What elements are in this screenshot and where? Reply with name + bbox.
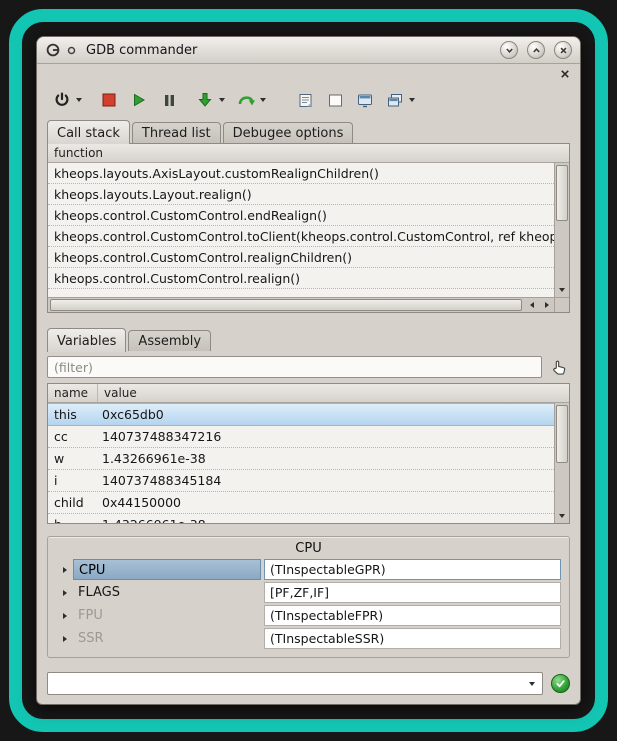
tab-assembly[interactable]: Assembly [128,330,211,351]
variables-column-header[interactable]: name value [48,384,569,403]
stack-tab-bar: Call stack Thread list Debugee options [37,118,580,143]
watch-monitor-button[interactable] [354,88,376,112]
callstack-row[interactable]: kheops.control.CustomControl.realignChil… [48,247,554,268]
scroll-left-icon[interactable] [524,298,539,312]
cpu-group-title: CPU [56,540,561,558]
command-combobox[interactable] [47,672,543,695]
expander-icon[interactable] [56,590,73,596]
variable-row[interactable]: this 0xc65db0 [48,403,554,426]
variables-tab-bar: Variables Assembly [37,326,580,351]
variable-row[interactable]: w 1.43266961e-38 [48,448,554,470]
power-dropdown-icon[interactable] [73,88,84,112]
register-group-value[interactable]: [PF,ZF,IF] [264,582,561,603]
ok-button[interactable] [551,674,570,693]
list-button[interactable] [324,88,346,112]
debug-toolbar [37,84,580,118]
stop-button[interactable] [98,88,120,112]
filter-input[interactable] [47,356,542,378]
minimize-button[interactable] [500,41,518,59]
callstack-rows: kheops.layouts.AxisLayout.customRealignC… [48,163,554,297]
register-group-value[interactable]: (TInspectableGPR) [264,559,561,580]
command-row [47,672,570,695]
function-column-header[interactable]: function [48,144,109,162]
dock-close-icon[interactable] [560,69,570,79]
titlebar-buttons [500,41,572,59]
tab-debugee-options[interactable]: Debugee options [223,122,354,143]
desktop-background: GDB commander [0,0,617,741]
step-over-button[interactable] [235,88,257,112]
step-over-dropdown-icon[interactable] [257,88,268,112]
register-group-name[interactable]: FLAGS [73,582,261,603]
scrollbar-thumb[interactable] [50,299,522,311]
dock-header [37,64,580,84]
close-button[interactable] [554,41,572,59]
callstack-row[interactable]: kheops.control.CustomControl.realign() [48,268,554,289]
scrollbar-thumb[interactable] [556,405,568,463]
expander-icon[interactable] [56,567,73,573]
combo-dropdown-icon[interactable] [522,682,542,686]
variables-rows: this 0xc65db0 cc 140737488347216 w 1.432… [48,403,554,523]
variable-row[interactable]: b 1.43266961e-38 [48,514,554,524]
register-group-name[interactable]: FPU [73,605,261,626]
callstack-row[interactable]: kheops.control.CustomControl.endRealign(… [48,205,554,226]
filter-row [47,356,570,378]
command-input[interactable] [48,673,522,694]
window-menu-icon[interactable] [67,46,76,55]
expander-icon[interactable] [56,613,73,619]
variables-vertical-scrollbar[interactable] [554,403,569,523]
cpu-register-row[interactable]: FPU (TInspectableFPR) [56,604,561,627]
power-button[interactable] [51,88,73,112]
callstack-row[interactable]: kheops.control.CustomControl.toClient(kh… [48,226,554,247]
step-into-dropdown-icon[interactable] [216,88,227,112]
scroll-right-icon[interactable] [539,298,554,312]
tab-call-stack[interactable]: Call stack [47,120,130,144]
pause-button[interactable] [158,88,180,112]
variables-panel: name value this 0xc65db0 cc 140737488347… [47,383,570,524]
step-into-button[interactable] [194,88,216,112]
callstack-row[interactable]: kheops.layouts.Layout.realign() [48,184,554,205]
gdb-commander-window: GDB commander [36,36,581,705]
callstack-column-header[interactable]: function [48,144,569,163]
register-group-name[interactable]: SSR [73,628,261,649]
maximize-button[interactable] [527,41,545,59]
variable-row[interactable]: child 0x44150000 [48,492,554,514]
scroll-down-icon[interactable] [555,509,569,522]
screens-button[interactable] [384,88,406,112]
call-stack-panel: function kheops.layouts.AxisLayout.custo… [47,143,570,313]
cpu-groupbox: CPU CPU (TInspectableGPR) FLAGS [PF,ZF,I… [47,536,570,658]
tab-variables[interactable]: Variables [47,328,126,352]
scrollbar-thumb[interactable] [556,165,568,221]
scrollbar-corner [554,298,569,312]
register-group-name[interactable]: CPU [73,559,261,580]
variable-row[interactable]: i 140737488345184 [48,470,554,492]
expander-icon[interactable] [56,636,73,642]
value-column-header[interactable]: value [98,384,143,402]
callstack-vertical-scrollbar[interactable] [554,163,569,297]
titlebar[interactable]: GDB commander [37,37,580,64]
tab-thread-list[interactable]: Thread list [132,122,221,143]
scroll-down-icon[interactable] [555,283,569,296]
app-icon [45,42,61,58]
register-group-value[interactable]: (TInspectableFPR) [264,605,561,626]
name-column-header[interactable]: name [48,384,98,402]
variable-row[interactable]: cc 140737488347216 [48,426,554,448]
cpu-register-row[interactable]: SSR (TInspectableSSR) [56,627,561,650]
pointing-hand-icon[interactable] [548,356,570,378]
register-group-value[interactable]: (TInspectableSSR) [264,628,561,649]
screens-dropdown-icon[interactable] [406,88,417,112]
cpu-register-row[interactable]: FLAGS [PF,ZF,IF] [56,581,561,604]
log-button[interactable] [294,88,316,112]
callstack-row[interactable]: kheops.layouts.AxisLayout.customRealignC… [48,163,554,184]
cpu-register-row[interactable]: CPU (TInspectableGPR) [56,558,561,581]
window-title: GDB commander [86,43,197,58]
run-button[interactable] [128,88,150,112]
callstack-horizontal-scrollbar[interactable] [48,297,569,312]
